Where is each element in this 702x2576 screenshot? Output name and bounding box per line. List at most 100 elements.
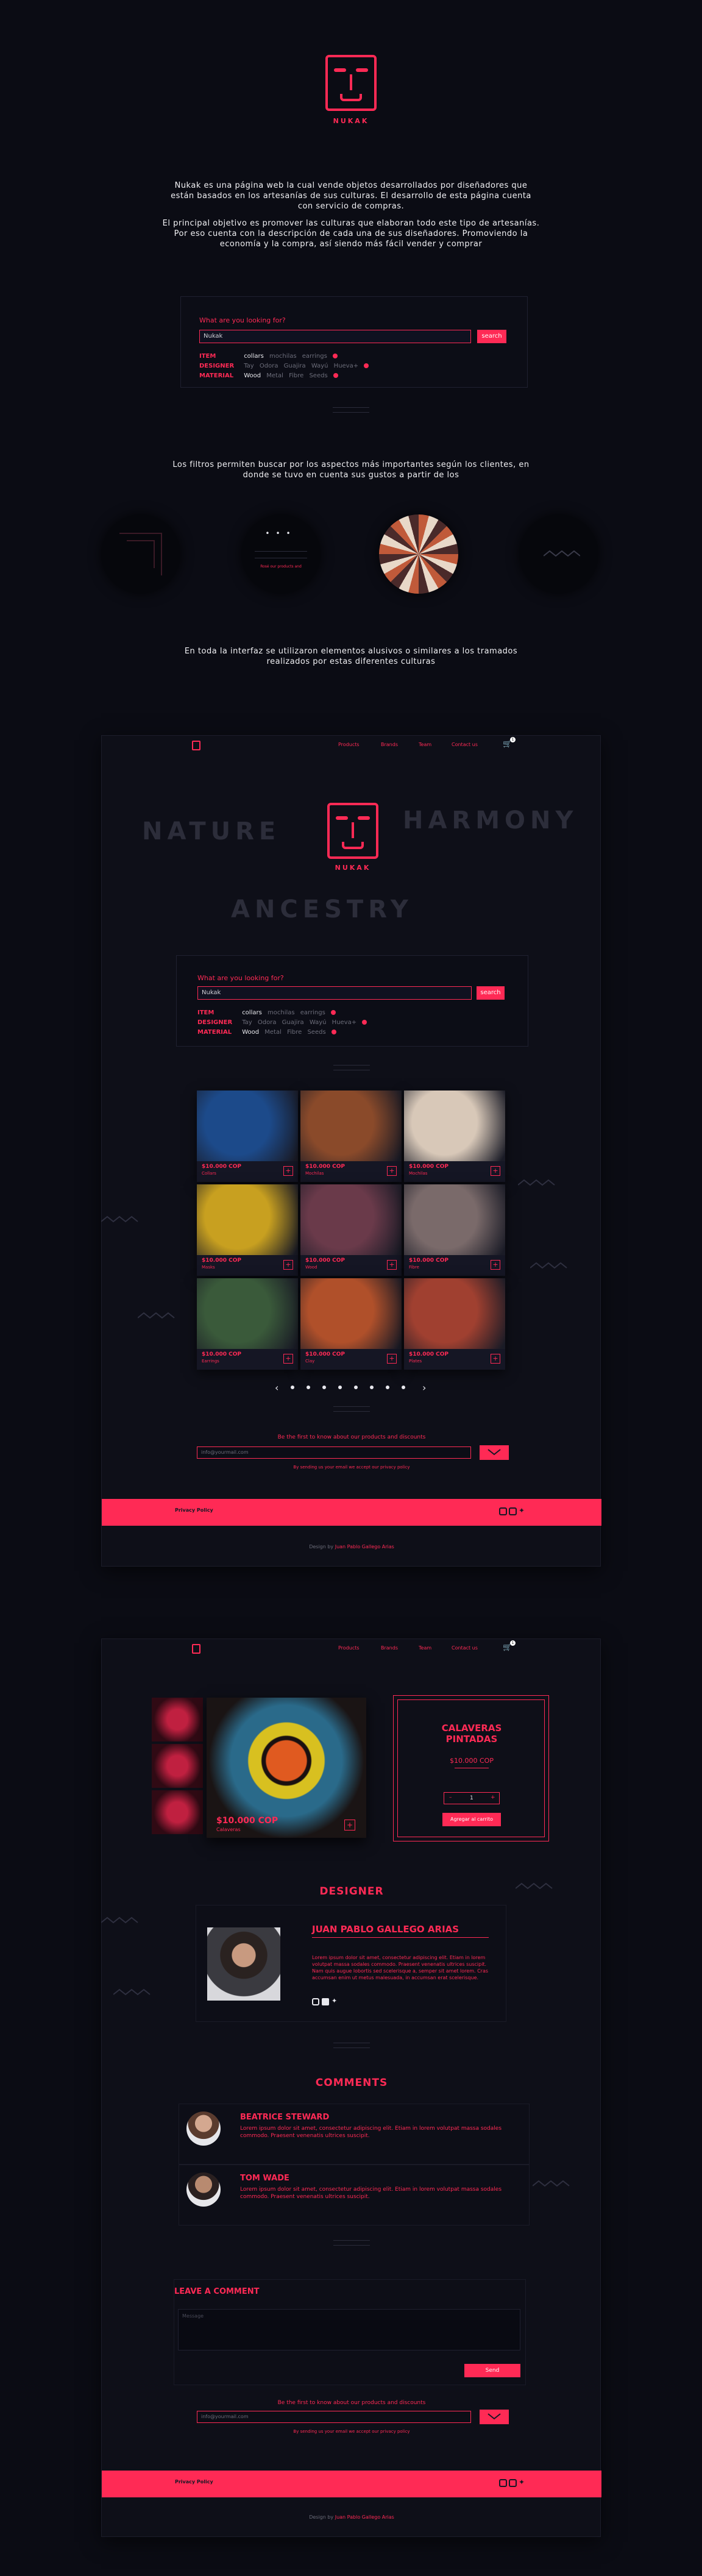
filter-option[interactable]: Wood [242,1029,259,1036]
add-to-cart-icon[interactable]: + [387,1260,397,1270]
add-filter-icon[interactable] [331,1030,336,1034]
filter-option[interactable]: Hueva+ [334,363,358,369]
add-to-cart-button[interactable]: Agregar al carrito [442,1813,501,1826]
search-button[interactable]: search [477,330,506,343]
filter-option[interactable]: mochilas [268,1009,295,1016]
nav-brands[interactable]: Brands [381,742,398,747]
search-button[interactable]: search [477,986,505,1000]
nav-contact[interactable]: Contact us [452,1645,478,1651]
filter-option[interactable]: Seeds [309,372,327,379]
filter-option[interactable]: mochilas [269,353,297,360]
add-to-cart-icon[interactable]: + [491,1260,500,1270]
facebook-icon[interactable] [322,1998,329,2005]
newsletter-email-input[interactable]: info@yourmail.com [197,1446,471,1459]
product-category: Plates [409,1359,422,1364]
pager-dot[interactable] [291,1386,294,1389]
filter-option[interactable]: Wayú [311,363,328,369]
nav-logo-icon[interactable] [192,741,200,750]
filter-option[interactable]: Fibre [289,372,303,379]
product-price: $10.000 COP [450,1757,494,1765]
product-card[interactable]: $10.000 COP Fibre + [404,1184,505,1276]
add-to-cart-icon[interactable]: + [491,1166,500,1176]
newsletter-send-button[interactable] [480,2410,509,2424]
filter-option[interactable]: Fibre [287,1029,302,1036]
facebook-icon[interactable] [509,2479,517,2487]
product-card[interactable]: $10.000 COP Plates + [404,1278,505,1370]
add-to-cart-icon[interactable]: + [283,1166,293,1176]
privacy-policy-link[interactable]: Privacy Policy [175,2479,213,2485]
add-filter-icon[interactable] [330,1010,336,1015]
add-filter-icon[interactable] [332,354,338,358]
minus-icon[interactable]: – [449,1795,452,1801]
thumbnail[interactable] [152,1698,203,1742]
product-card[interactable]: $10.000 COP Wood + [300,1184,402,1276]
thumbnail[interactable] [152,1744,203,1788]
privacy-policy-link[interactable]: Privacy Policy [175,1507,213,1513]
quantity-stepper[interactable]: – 1 + [444,1792,500,1804]
instagram-icon[interactable] [312,1998,319,2005]
filter-option[interactable]: Guajira [282,1019,304,1026]
facebook-icon[interactable] [509,1507,517,1515]
filter-option[interactable]: collars [244,353,264,360]
filter-option[interactable]: Hueva+ [332,1019,356,1026]
filter-option[interactable]: Tay [242,1019,252,1026]
search-input[interactable]: Nukak [199,330,471,343]
filter-option[interactable]: earrings [300,1009,325,1016]
product-card[interactable]: $10.000 COP Mochilas + [404,1091,505,1182]
thumbnail[interactable] [152,1790,203,1834]
nav-contact[interactable]: Contact us [452,742,478,747]
pager-dot[interactable] [338,1386,342,1389]
newsletter-send-button[interactable] [480,1445,509,1460]
pager-prev-icon[interactable]: ‹ [275,1382,278,1393]
add-to-cart-small-icon[interactable]: + [344,1820,355,1831]
filter-option[interactable]: Wood [244,372,261,379]
add-to-cart-icon[interactable]: + [283,1354,293,1364]
nav-products[interactable]: Products [338,742,360,747]
instagram-icon[interactable] [499,1507,507,1515]
pager-dot[interactable] [386,1386,389,1389]
nav-team[interactable]: Team [419,742,431,747]
nav-products[interactable]: Products [338,1645,360,1651]
nav-brands[interactable]: Brands [381,1645,398,1651]
filter-option[interactable]: Metal [266,372,283,379]
add-to-cart-icon[interactable]: + [387,1166,397,1176]
filter-option[interactable]: Tay [244,363,254,369]
filter-option[interactable]: Guajira [284,363,306,369]
image-price: $10.000 COP [216,1816,278,1826]
pager-dot[interactable] [322,1386,326,1389]
filter-option[interactable]: collars [242,1009,262,1016]
add-to-cart-icon[interactable]: + [283,1260,293,1270]
add-to-cart-icon[interactable]: + [387,1354,397,1364]
plus-icon[interactable]: + [491,1795,495,1801]
filter-option[interactable]: Odora [260,363,278,369]
add-to-cart-icon[interactable]: + [491,1354,500,1364]
product-card[interactable]: $10.000 COP Masks + [197,1184,298,1276]
newsletter-email-input[interactable]: info@yourmail.com [197,2411,471,2423]
pager-dot[interactable] [370,1386,374,1389]
pager-dot[interactable] [354,1386,358,1389]
filter-option[interactable]: Seeds [307,1029,325,1036]
twitter-icon[interactable]: ✦ [332,1997,337,2005]
add-filter-icon[interactable] [333,373,338,378]
product-card[interactable]: $10.000 COP Mochilas + [300,1091,402,1182]
twitter-icon[interactable]: ✦ [519,2478,525,2486]
add-filter-icon[interactable] [362,1020,367,1025]
pager-next-icon[interactable]: › [422,1382,426,1393]
filter-option[interactable]: Wayú [310,1019,327,1026]
filter-option[interactable]: Odora [258,1019,277,1026]
product-card[interactable]: $10.000 COP Collars + [197,1091,298,1182]
product-card[interactable]: $10.000 COP Clay + [300,1278,402,1370]
pager-dot[interactable] [402,1386,405,1389]
nav-logo-icon[interactable] [192,1644,200,1654]
twitter-icon[interactable]: ✦ [519,1506,525,1515]
send-comment-button[interactable]: Send [464,2364,520,2377]
add-filter-icon[interactable] [364,363,369,368]
comment-textarea[interactable]: Message [178,2309,520,2350]
instagram-icon[interactable] [499,2479,507,2487]
product-card[interactable]: $10.000 COP Earrings + [197,1278,298,1370]
search-input[interactable]: Nukak [197,986,472,1000]
pager-dot[interactable] [307,1386,310,1389]
filter-option[interactable]: earrings [302,353,327,360]
nav-team[interactable]: Team [419,1645,431,1651]
filter-option[interactable]: Metal [264,1029,282,1036]
